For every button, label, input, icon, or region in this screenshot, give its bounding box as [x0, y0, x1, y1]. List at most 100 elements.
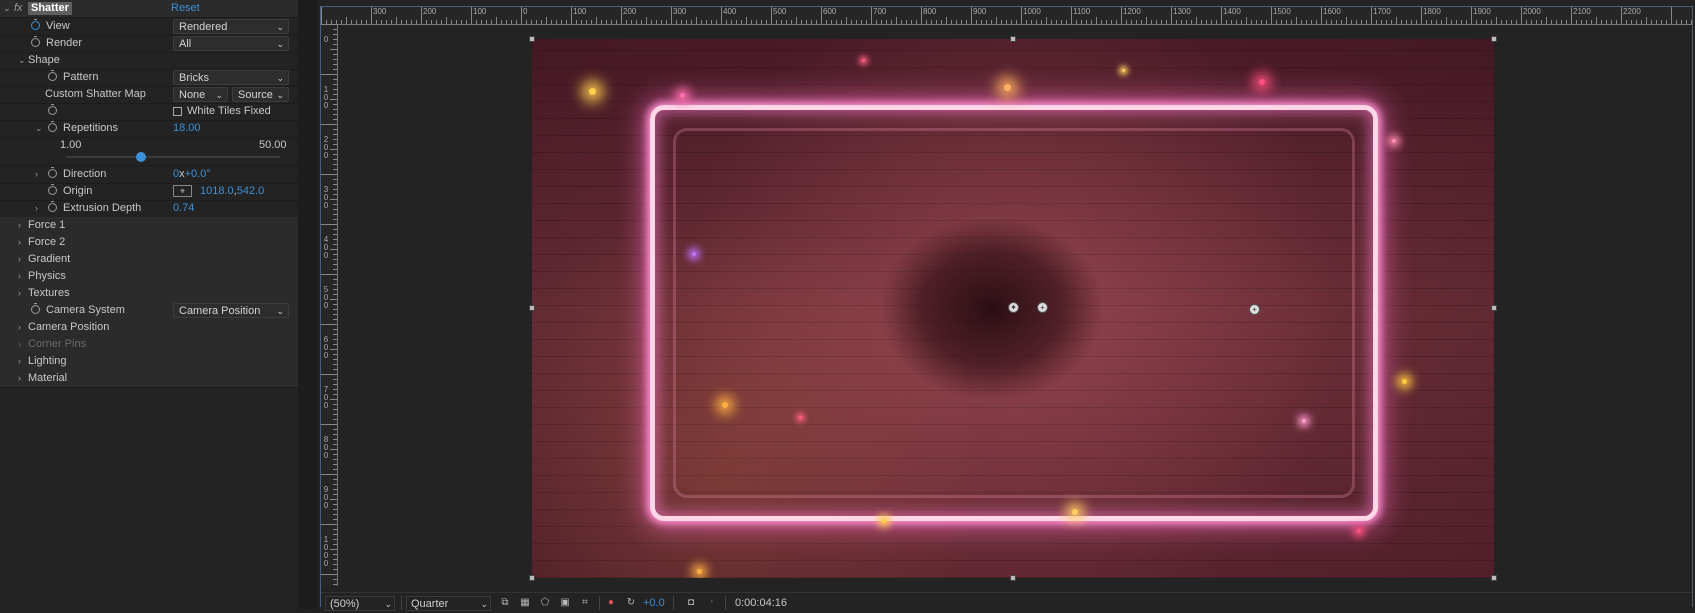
chevron-down-icon[interactable]: ⌄ [35, 120, 43, 137]
stopwatch-icon[interactable] [48, 121, 57, 132]
repetitions-value[interactable]: 18.00 [173, 120, 201, 137]
fx-toggle[interactable]: fx [14, 0, 23, 17]
layer-handle-b[interactable] [1010, 575, 1016, 581]
group-row-gradient[interactable]: › Gradient [0, 251, 298, 269]
repetitions-slider-thumb[interactable] [135, 152, 146, 162]
ruler-tick-label: 0 [523, 7, 528, 16]
grid-guides-icon[interactable]: ⌗ [579, 597, 591, 608]
chevron-right-icon[interactable]: › [18, 217, 21, 234]
layer-handle-bl[interactable] [529, 575, 535, 581]
layer-handle-br[interactable] [1491, 575, 1497, 581]
direction-value[interactable]: 0x+0.0° [173, 166, 211, 183]
extrusion-value[interactable]: 0.74 [173, 200, 194, 217]
group-row-textures[interactable]: › Textures [0, 285, 298, 303]
effect-collapse-chevron-icon[interactable]: ⌄ [3, 0, 11, 17]
chevron-right-icon[interactable]: › [18, 370, 21, 387]
spark-particle [692, 252, 696, 256]
mask-visibility-icon[interactable]: ⬠ [539, 597, 551, 608]
stopwatch-icon[interactable] [48, 70, 57, 81]
chevron-down-icon[interactable]: ⌄ [18, 52, 26, 69]
custom-map-source-dropdown[interactable]: Source ⌄ [232, 87, 289, 102]
group-row-lighting[interactable]: › Lighting [0, 353, 298, 371]
ruler-tick [333, 579, 337, 580]
toolbar-separator [725, 596, 726, 610]
chevron-right-icon[interactable]: › [18, 234, 21, 251]
layer-handle-l[interactable] [529, 305, 535, 311]
ruler-tick-label: 100 [323, 85, 329, 110]
ruler-tick [333, 419, 337, 420]
stopwatch-icon[interactable] [48, 201, 57, 212]
ruler-tick [1481, 20, 1482, 24]
region-of-interest-icon[interactable]: ▣ [559, 597, 571, 608]
show-snapshot-icon[interactable]: ◔ [705, 597, 717, 608]
stopwatch-icon[interactable] [48, 104, 57, 115]
stopwatch-icon[interactable] [31, 303, 40, 314]
ruler-tick [521, 7, 522, 24]
stopwatch-icon[interactable] [48, 167, 57, 178]
chevron-right-icon[interactable]: › [18, 319, 21, 336]
pattern-dropdown[interactable]: Bricks ⌄ [173, 70, 289, 85]
group-row-camera-position[interactable]: › Camera Position [0, 319, 298, 337]
origin-control-point-icon[interactable]: ✦ [1008, 302, 1019, 313]
stopwatch-icon[interactable] [31, 19, 40, 30]
group-row-shape[interactable]: ⌄ Shape [0, 52, 298, 70]
chevron-right-icon[interactable]: › [35, 166, 38, 183]
chevron-right-icon[interactable]: › [18, 285, 21, 302]
group-row-force2[interactable]: › Force 2 [0, 234, 298, 252]
spark-particle [1122, 69, 1125, 72]
ruler-tick [391, 20, 392, 24]
chevron-right-icon[interactable]: › [18, 336, 21, 353]
ruler-tick [321, 224, 337, 225]
ruler-horizontal[interactable]: 300 200 100 0 100 200 300 400 500 600 700 800 900 100… [321, 7, 1692, 25]
ruler-tick [646, 17, 647, 24]
layer-handle-t[interactable] [1010, 36, 1016, 42]
layer-handle-tr[interactable] [1491, 36, 1497, 42]
anchor-point-icon[interactable]: + [1037, 302, 1048, 313]
ruler-vertical[interactable]: 0 100 200 300 400 500 600 700 800 900 1000 [321, 24, 338, 586]
group-row-force1[interactable]: › Force 1 [0, 217, 298, 235]
stopwatch-icon[interactable] [48, 184, 57, 195]
white-tiles-checkbox[interactable] [173, 107, 182, 116]
ruler-tick [333, 584, 337, 585]
panel-divider[interactable] [298, 0, 318, 609]
reset-link[interactable]: Reset [171, 0, 200, 17]
spark-particle [1392, 139, 1396, 143]
snapshot-camera-icon[interactable]: ◘ [685, 597, 697, 608]
repetitions-slider-track[interactable] [66, 152, 280, 162]
layer-handle-r[interactable] [1491, 305, 1497, 311]
ruler-tick [1476, 20, 1477, 24]
render-dropdown[interactable]: All ⌄ [173, 36, 289, 51]
group-row-corner-pins[interactable]: › Corner Pins [0, 336, 298, 354]
point-target-icon[interactable]: ⌖ [173, 185, 192, 197]
ruler-tick [333, 319, 337, 320]
origin-value[interactable]: 1018.0,542.0 [200, 183, 264, 200]
ruler-tick-label: 1300 [1173, 7, 1191, 16]
ruler-tick [333, 44, 337, 45]
camera-system-dropdown[interactable]: Camera Position ⌄ [173, 303, 289, 318]
layer-handle-tl[interactable] [529, 36, 535, 42]
fast-previews-icon[interactable]: ⧉ [499, 597, 511, 608]
channels-icon[interactable]: ● [605, 597, 617, 608]
ruler-tick [333, 439, 337, 440]
view-dropdown[interactable]: Rendered ⌄ [173, 19, 289, 34]
reset-exposure-icon[interactable]: ↻ [625, 597, 637, 608]
stopwatch-icon[interactable] [31, 36, 40, 47]
ruler-tick [1626, 20, 1627, 24]
effect-name[interactable]: Shatter [28, 2, 72, 15]
chevron-right-icon[interactable]: › [18, 251, 21, 268]
chevron-right-icon[interactable]: › [18, 268, 21, 285]
chevron-right-icon[interactable]: › [35, 200, 38, 217]
group-row-physics[interactable]: › Physics [0, 268, 298, 286]
custom-map-layer-dropdown[interactable]: None ⌄ [173, 87, 228, 102]
ruler-tick [1581, 20, 1582, 24]
ruler-tick [333, 159, 337, 160]
ruler-tick [333, 69, 337, 70]
ruler-tick [1066, 20, 1067, 24]
composition-canvas[interactable]: ✦ + + [532, 39, 1494, 578]
ruler-tick [330, 99, 337, 100]
chevron-right-icon[interactable]: › [18, 353, 21, 370]
group-row-material[interactable]: › Material [0, 370, 298, 388]
transparency-grid-icon[interactable]: ▦ [519, 597, 531, 608]
ruler-tick [1281, 20, 1282, 24]
effect-point-icon[interactable]: + [1249, 304, 1260, 315]
